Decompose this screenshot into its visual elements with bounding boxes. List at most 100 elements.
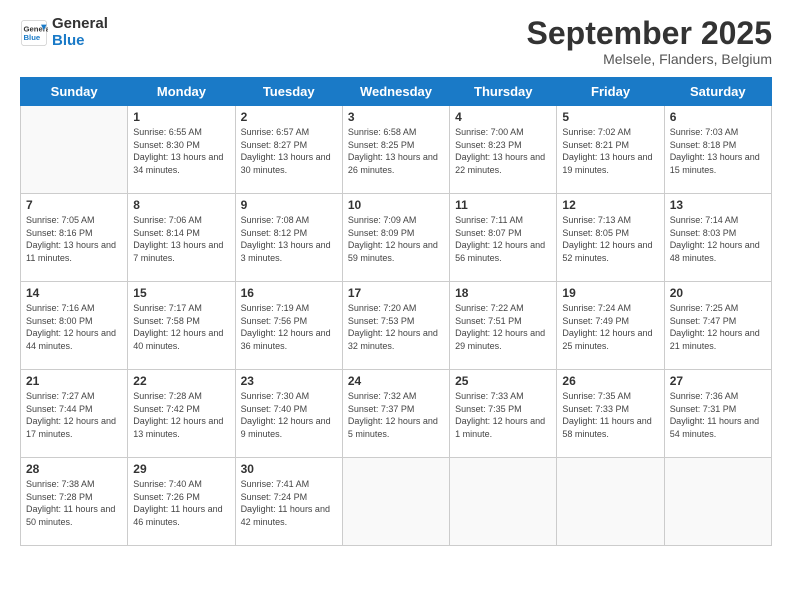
calendar-week-4: 28Sunrise: 7:38 AMSunset: 7:28 PMDayligh…	[21, 458, 772, 546]
daylight: Daylight: 12 hours and 32 minutes.	[348, 328, 438, 351]
sunrise: Sunrise: 7:05 AM	[26, 215, 95, 225]
day-number: 10	[348, 198, 444, 212]
day-number: 22	[133, 374, 229, 388]
daylight: Daylight: 12 hours and 21 minutes.	[670, 328, 760, 351]
sunrise: Sunrise: 7:02 AM	[562, 127, 631, 137]
sunset: Sunset: 8:07 PM	[455, 228, 522, 238]
sunset: Sunset: 7:28 PM	[26, 492, 93, 502]
day-number: 8	[133, 198, 229, 212]
sunset: Sunset: 7:51 PM	[455, 316, 522, 326]
day-number: 28	[26, 462, 122, 476]
calendar-cell: 20Sunrise: 7:25 AMSunset: 7:47 PMDayligh…	[664, 282, 771, 370]
daylight: Daylight: 12 hours and 9 minutes.	[241, 416, 331, 439]
sunset: Sunset: 8:05 PM	[562, 228, 629, 238]
sunrise: Sunrise: 7:00 AM	[455, 127, 524, 137]
daylight: Daylight: 12 hours and 40 minutes.	[133, 328, 223, 351]
month-title: September 2025	[527, 16, 772, 51]
calendar-cell: 9Sunrise: 7:08 AMSunset: 8:12 PMDaylight…	[235, 194, 342, 282]
sunrise: Sunrise: 7:22 AM	[455, 303, 524, 313]
day-info: Sunrise: 7:14 AM Sunset: 8:03 PM Daylight:…	[670, 214, 766, 264]
calendar-cell: 28Sunrise: 7:38 AMSunset: 7:28 PMDayligh…	[21, 458, 128, 546]
daylight: Daylight: 12 hours and 25 minutes.	[562, 328, 652, 351]
daylight: Daylight: 13 hours and 3 minutes.	[241, 240, 331, 263]
header: General Blue General Blue September 2025…	[20, 16, 772, 67]
day-info: Sunrise: 7:00 AM Sunset: 8:23 PM Daylight:…	[455, 126, 551, 176]
sunrise: Sunrise: 7:20 AM	[348, 303, 417, 313]
daylight: Daylight: 13 hours and 15 minutes.	[670, 152, 760, 175]
calendar-cell: 18Sunrise: 7:22 AMSunset: 7:51 PMDayligh…	[450, 282, 557, 370]
calendar-cell: 26Sunrise: 7:35 AMSunset: 7:33 PMDayligh…	[557, 370, 664, 458]
day-number: 12	[562, 198, 658, 212]
sunset: Sunset: 8:03 PM	[670, 228, 737, 238]
calendar-cell: 15Sunrise: 7:17 AMSunset: 7:58 PMDayligh…	[128, 282, 235, 370]
daylight: Daylight: 13 hours and 11 minutes.	[26, 240, 116, 263]
calendar-cell: 10Sunrise: 7:09 AMSunset: 8:09 PMDayligh…	[342, 194, 449, 282]
sunset: Sunset: 7:24 PM	[241, 492, 308, 502]
sunrise: Sunrise: 7:14 AM	[670, 215, 739, 225]
calendar-week-0: 1Sunrise: 6:55 AMSunset: 8:30 PMDaylight…	[21, 106, 772, 194]
day-info: Sunrise: 7:20 AM Sunset: 7:53 PM Daylight:…	[348, 302, 444, 352]
day-info: Sunrise: 7:32 AMSunset: 7:37 PMDaylight:…	[348, 390, 444, 440]
sunset: Sunset: 7:53 PM	[348, 316, 415, 326]
daylight: Daylight: 13 hours and 22 minutes.	[455, 152, 545, 175]
day-number: 30	[241, 462, 337, 476]
calendar-cell: 25Sunrise: 7:33 AMSunset: 7:35 PMDayligh…	[450, 370, 557, 458]
sunset: Sunset: 8:14 PM	[133, 228, 200, 238]
sunrise: Sunrise: 6:57 AM	[241, 127, 310, 137]
daylight: Daylight: 12 hours and 29 minutes.	[455, 328, 545, 351]
sunset: Sunset: 8:18 PM	[670, 140, 737, 150]
calendar-cell: 4 Sunrise: 7:00 AM Sunset: 8:23 PM Daylight…	[450, 106, 557, 194]
logo-icon: General Blue	[20, 19, 48, 47]
day-info: Sunrise: 6:58 AMSunset: 8:25 PMDaylight:…	[348, 126, 444, 176]
day-number: 5	[562, 110, 658, 124]
sunrise: Sunrise: 6:58 AM	[348, 127, 417, 137]
daylight: Daylight: 12 hours and 1 minute.	[455, 416, 545, 439]
calendar-cell: 30 Sunrise: 7:41 AMSunset: 7:24 PMDayligh…	[235, 458, 342, 546]
sunset: Sunset: 8:23 PM	[455, 140, 522, 150]
calendar-cell: 16Sunrise: 7:19 AMSunset: 7:56 PMDayligh…	[235, 282, 342, 370]
col-wednesday: Wednesday	[342, 78, 449, 106]
sunrise: Sunrise: 6:55 AM	[133, 127, 202, 137]
day-number: 9	[241, 198, 337, 212]
daylight: Daylight: 12 hours and 48 minutes.	[670, 240, 760, 263]
day-number: 25	[455, 374, 551, 388]
calendar-cell: 24Sunrise: 7:32 AMSunset: 7:37 PMDayligh…	[342, 370, 449, 458]
sunset: Sunset: 7:40 PM	[241, 404, 308, 414]
sunset: Sunset: 8:21 PM	[562, 140, 629, 150]
day-info: Sunrise: 7:40 AMSunset: 7:26 PMDaylight:…	[133, 478, 229, 528]
sunset: Sunset: 8:00 PM	[26, 316, 93, 326]
day-info: Sunrise: 7:24 AMSunset: 7:49 PMDaylight:…	[562, 302, 658, 352]
calendar-page: General Blue General Blue September 2025…	[0, 0, 792, 612]
day-number: 20	[670, 286, 766, 300]
col-tuesday: Tuesday	[235, 78, 342, 106]
day-info: Sunrise: 7:41 AMSunset: 7:24 PMDaylight:…	[241, 478, 337, 528]
daylight: Daylight: 13 hours and 19 minutes.	[562, 152, 652, 175]
day-number: 3	[348, 110, 444, 124]
sunset: Sunset: 8:27 PM	[241, 140, 308, 150]
location: Melsele, Flanders, Belgium	[527, 51, 772, 67]
day-number: 16	[241, 286, 337, 300]
calendar-cell: 19Sunrise: 7:24 AMSunset: 7:49 PMDayligh…	[557, 282, 664, 370]
sunrise: Sunrise: 7:33 AM	[455, 391, 524, 401]
calendar-cell: 8Sunrise: 7:06 AMSunset: 8:14 PMDaylight…	[128, 194, 235, 282]
sunset: Sunset: 7:56 PM	[241, 316, 308, 326]
sunset: Sunset: 7:42 PM	[133, 404, 200, 414]
calendar-cell	[342, 458, 449, 546]
day-number: 23	[241, 374, 337, 388]
day-info: Sunrise: 6:55 AMSunset: 8:30 PMDaylight:…	[133, 126, 229, 176]
calendar-header: Sunday Monday Tuesday Wednesday Thursday…	[21, 78, 772, 106]
sunset: Sunset: 7:31 PM	[670, 404, 737, 414]
daylight: Daylight: 13 hours and 7 minutes.	[133, 240, 223, 263]
sunrise: Sunrise: 7:08 AM	[241, 215, 310, 225]
sunrise: Sunrise: 7:35 AM	[562, 391, 631, 401]
daylight: Daylight: 12 hours and 59 minutes.	[348, 240, 438, 263]
sunrise: Sunrise: 7:25 AM	[670, 303, 739, 313]
calendar-cell: 1Sunrise: 6:55 AMSunset: 8:30 PMDaylight…	[128, 106, 235, 194]
day-number: 4	[455, 110, 551, 124]
title-block: September 2025 Melsele, Flanders, Belgiu…	[527, 16, 772, 67]
daylight: Daylight: 11 hours and 54 minutes.	[670, 416, 759, 439]
daylight: Daylight: 12 hours and 36 minutes.	[241, 328, 331, 351]
day-number: 15	[133, 286, 229, 300]
day-info: Sunrise: 6:57 AMSunset: 8:27 PMDaylight:…	[241, 126, 337, 176]
sunrise: Sunrise: 7:36 AM	[670, 391, 739, 401]
